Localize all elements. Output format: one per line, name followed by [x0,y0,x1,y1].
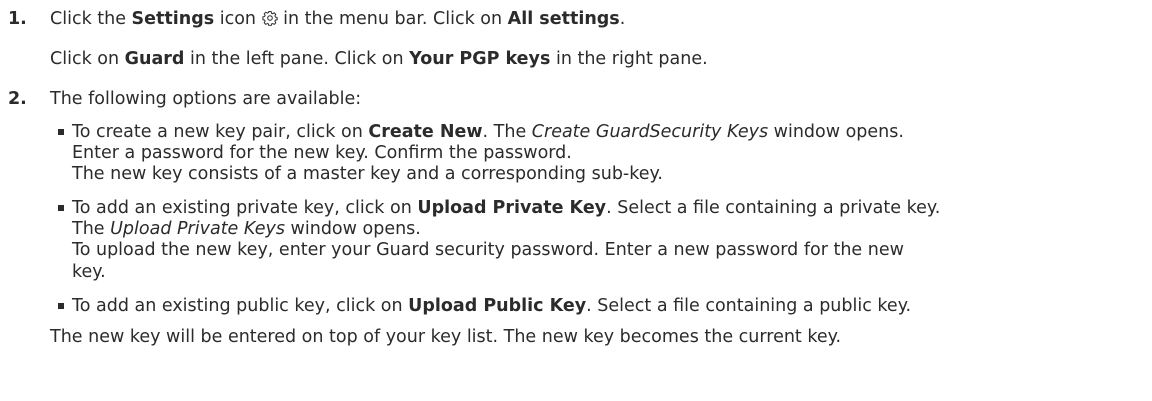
text: window opens. [768,122,904,142]
text: in the right pane. [550,49,708,69]
document: 1. Click the Settings icon in the menu b… [0,0,1152,401]
guard-term: Guard [124,49,185,69]
step-1-line-1: Click the Settings icon in the menu bar.… [50,8,625,30]
bullet-marker [58,205,64,211]
text: . Select a file containing a private key… [606,198,941,218]
all-settings-term: All settings [507,9,620,29]
text: icon [214,9,262,29]
bullet-2-line-2: The Upload Private Keys window opens. [72,218,421,240]
create-new-term: Create New [368,122,483,142]
bullet-1-line-3: The new key consists of a master key and… [72,164,663,184]
text: . Select a file containing a public key. [586,296,912,316]
text: Click the [50,9,132,29]
bullet-2-line-1: To add an existing private key, click on… [72,197,940,219]
pgp-keys-term: Your PGP keys [409,49,551,69]
step-2-closing: The new key will be entered on top of yo… [50,327,842,347]
text: in the left pane. Click on [184,49,410,69]
text: window opens. [284,219,421,239]
step-number: 1. [8,9,27,29]
settings-term: Settings [131,9,215,29]
text: To add an existing public key, click on [72,296,409,316]
text: . [619,9,626,29]
bullet-2-line-3: To upload the new key, enter your Guard … [72,240,904,260]
text: in the menu bar. Click on [277,9,508,29]
text: To create a new key pair, click on [72,122,369,142]
bullet-2-line-4: key. [72,262,106,282]
step-1-line-2: Click on Guard in the left pane. Click o… [50,48,708,70]
bullet-1-line-1: To create a new key pair, click on Creat… [72,121,904,143]
gear-icon [261,10,278,27]
text: . The [482,122,532,142]
step-number: 2. [8,89,27,109]
text: To add an existing private key, click on [72,198,418,218]
upload-private-key-term: Upload Private Key [417,198,607,218]
text: Click on [50,49,125,69]
step-2-intro: The following options are available: [50,89,362,109]
window-name: Create GuardSecurity Keys [531,122,769,142]
window-name: Upload Private Keys [110,219,285,239]
bullet-marker [58,129,64,135]
bullet-marker [58,303,64,309]
bullet-3-line-1: To add an existing public key, click on … [72,295,911,317]
upload-public-key-term: Upload Public Key [408,296,587,316]
bullet-1-line-2: Enter a password for the new key. Confir… [72,143,572,163]
text: The [72,219,111,239]
